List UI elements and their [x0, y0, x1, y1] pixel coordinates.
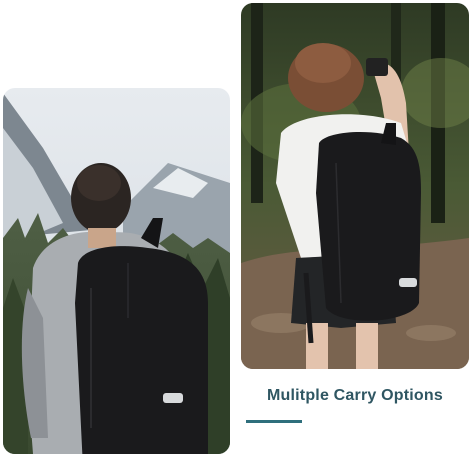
carry-options-caption: Mulitple Carry Options [267, 387, 443, 404]
product-photo-mountain [3, 88, 230, 454]
caption-underline [246, 420, 302, 423]
product-photo-forest [241, 3, 469, 369]
mountain-scene-image [3, 88, 230, 454]
backpack-shape [75, 246, 208, 454]
backpack-shape-2 [316, 131, 421, 321]
forest-scene-image [241, 3, 469, 369]
